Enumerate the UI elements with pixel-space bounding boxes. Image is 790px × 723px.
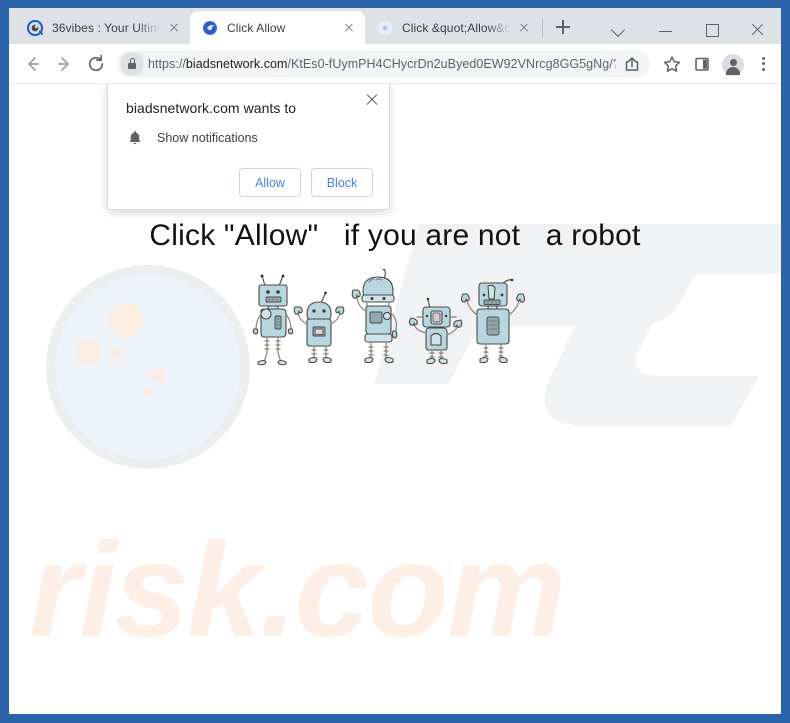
- tab-close-2[interactable]: [341, 20, 357, 36]
- popup-permission-row: Show notifications: [126, 129, 373, 147]
- toolbar-right-icons: [656, 50, 775, 78]
- browser-tab-1[interactable]: 36vibes : Your Ultimate: [15, 11, 190, 44]
- bell-icon: [126, 129, 144, 147]
- robot-4: [408, 297, 463, 365]
- page-title: Click "Allow" if you are not a robot: [149, 219, 641, 252]
- url-text: https://biadsnetwork.com/KtEs0-fUymPH4CH…: [148, 57, 616, 71]
- bookmark-star-icon[interactable]: [658, 50, 686, 78]
- robot-1: [252, 274, 294, 366]
- back-button[interactable]: [17, 49, 47, 79]
- reload-button[interactable]: [81, 49, 111, 79]
- browser-toolbar: https://biadsnetwork.com/KtEs0-fUymPH4CH…: [9, 44, 781, 84]
- url-host: biadsnetwork.com: [185, 56, 288, 71]
- watermark-wordmark-risk: risk.com: [29, 516, 769, 674]
- popup-close-icon[interactable]: [364, 91, 380, 107]
- popup-title: biadsnetwork.com wants to: [126, 100, 297, 116]
- url-path: /KtEs0-fUymPH4CHycrDn2uByed0EW92VNrcg8GG…: [287, 56, 616, 71]
- robot-5: [460, 278, 526, 364]
- tab-strip: 36vibes : Your Ultimate Click Allow: [9, 8, 781, 44]
- tab-title-2: Click Allow: [227, 20, 286, 35]
- browser-tab-3[interactable]: Click &quot;Allow&quo: [365, 11, 540, 44]
- address-bar[interactable]: https://biadsnetwork.com/KtEs0-fUymPH4CH…: [117, 49, 650, 78]
- popup-permission-label: Show notifications: [157, 131, 258, 145]
- kebab-menu-icon[interactable]: [751, 50, 775, 78]
- page-viewport: risk.com Click "Allow" if you are not a …: [9, 84, 781, 713]
- robot-2: [293, 291, 345, 364]
- block-button[interactable]: Block: [311, 168, 373, 197]
- tab-search-chevron-icon[interactable]: [597, 12, 643, 44]
- svg-text:risk.com: risk.com: [29, 524, 564, 665]
- share-icon[interactable]: [618, 50, 646, 78]
- five-robots-svg: .rb { fill:#b7d6e0; stroke:#4a4a45; stro…: [252, 269, 526, 366]
- os-window-frame: 36vibes : Your Ultimate Click Allow: [0, 0, 790, 723]
- site-security-lock-icon[interactable]: [120, 51, 144, 76]
- window-close-icon[interactable]: [735, 12, 781, 44]
- new-tab-button[interactable]: [549, 13, 577, 41]
- popup-actions: Allow Block: [124, 168, 373, 197]
- tab-close-1[interactable]: [166, 20, 182, 36]
- maximize-icon[interactable]: [689, 12, 735, 44]
- robot-3: [351, 269, 398, 364]
- browser-tab-2[interactable]: Click Allow: [190, 11, 365, 44]
- side-panel-icon[interactable]: [688, 50, 716, 78]
- notification-permission-popup: biadsnetwork.com wants to Show notificat…: [107, 84, 390, 210]
- tab-separator: [542, 19, 543, 37]
- browser-window: 36vibes : Your Ultimate Click Allow: [9, 8, 781, 714]
- allow-button[interactable]: Allow: [239, 168, 301, 197]
- tab-favicon-36vibes: [26, 19, 44, 36]
- tab-title-3: Click &quot;Allow&quo: [402, 20, 510, 35]
- minimize-icon[interactable]: [643, 12, 689, 44]
- robots-illustration: .rb { fill:#b7d6e0; stroke:#4a4a45; stro…: [9, 269, 781, 374]
- window-controls: [597, 8, 781, 44]
- profile-avatar-icon[interactable]: [722, 54, 744, 76]
- tab-title-1: 36vibes : Your Ultimate: [52, 20, 160, 35]
- forward-button[interactable]: [49, 49, 79, 79]
- tab-close-3[interactable]: [516, 20, 532, 36]
- tab-favicon-click-allow: [202, 20, 218, 36]
- url-scheme: https://: [148, 56, 186, 71]
- tab-favicon-click-allow-quot: [377, 20, 393, 36]
